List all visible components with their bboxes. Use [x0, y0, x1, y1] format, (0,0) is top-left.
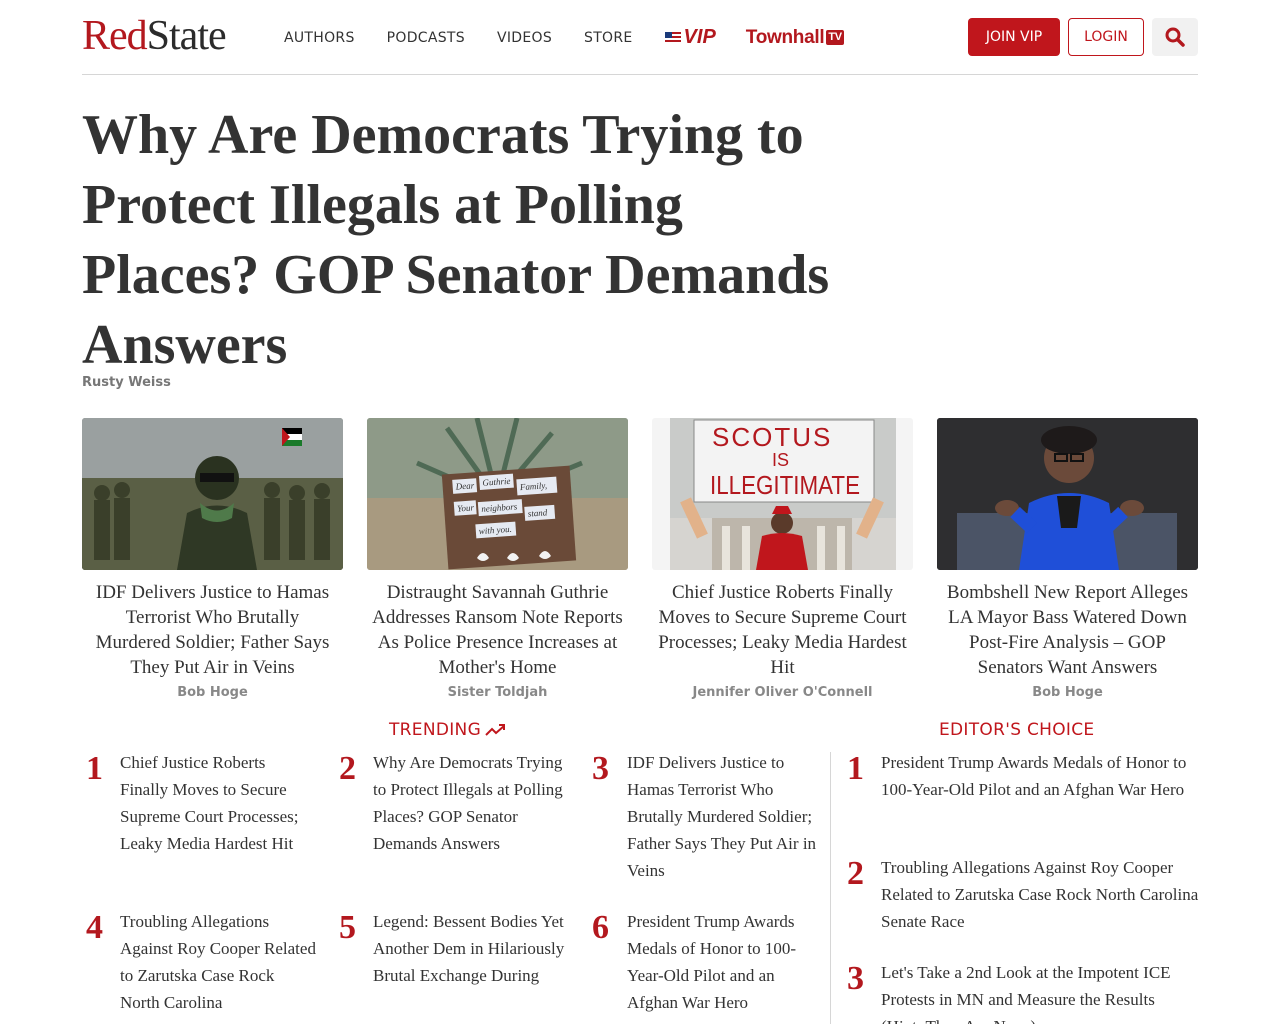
card-image-sign[interactable]: Dear Guthrie Family, Your neighbors stan… [367, 418, 628, 570]
sign-text: SCOTUS [712, 422, 832, 452]
nav-store[interactable]: STORE [584, 28, 633, 48]
card-title[interactable]: IDF Delivers Justice to Hamas Terrorist … [82, 580, 343, 680]
card-title[interactable]: Bombshell New Report Alleges LA Mayor Ba… [937, 580, 1198, 680]
sign-word: Family, [519, 480, 548, 492]
trending-number: 1 [86, 750, 103, 787]
sign-word: Dear [454, 480, 475, 491]
sign-text: ILLEGITIMATE [710, 470, 860, 500]
vip-label: VIP [683, 26, 716, 48]
townhall-label: Townhall [745, 26, 825, 48]
trending-number: 2 [339, 750, 356, 787]
card-author[interactable]: Bob Hoge [937, 685, 1198, 700]
trending-up-icon [485, 724, 506, 736]
trending-item[interactable]: Legend: Bessent Bodies Yet Another Dem i… [373, 908, 569, 989]
editors-choice-item[interactable]: Let's Take a 2nd Look at the Impotent IC… [881, 959, 1199, 1024]
search-button[interactable] [1152, 18, 1198, 56]
editors-choice-number: 1 [847, 750, 864, 787]
editors-choice-heading: EDITOR'S CHOICE [939, 720, 1094, 740]
card-image-protest[interactable]: SCOTUS IS ILLEGITIMATE [652, 418, 913, 570]
trending-number: 5 [339, 909, 356, 946]
trending-item[interactable]: Chief Justice Roberts Finally Moves to S… [120, 749, 316, 857]
article-author[interactable]: Rusty Weiss [82, 375, 171, 390]
card-image-soldiers[interactable] [82, 418, 343, 570]
editors-choice-item[interactable]: President Trump Awards Medals of Honor t… [881, 749, 1199, 803]
site-logo[interactable]: RedState [82, 13, 227, 59]
story-card[interactable]: IDF Delivers Justice to Hamas Terrorist … [82, 418, 343, 700]
card-author[interactable]: Sister Toldjah [367, 685, 628, 700]
trending-item[interactable]: Troubling Allegations Against Roy Cooper… [120, 908, 316, 1016]
editors-choice-label: EDITOR'S CHOICE [939, 720, 1095, 740]
nav-vip[interactable]: VIP [664, 26, 716, 49]
join-vip-button[interactable]: JOIN VIP [968, 18, 1060, 56]
nav-podcasts[interactable]: PODCASTS [387, 28, 465, 48]
mayor-illustration [937, 418, 1198, 570]
sign-word: Your [457, 502, 475, 513]
trending-number: 6 [592, 909, 609, 946]
search-icon [1165, 27, 1185, 47]
trending-number: 4 [86, 909, 103, 946]
card-title[interactable]: Chief Justice Roberts Finally Moves to S… [652, 580, 913, 680]
trending-number: 3 [592, 750, 609, 787]
nav-authors[interactable]: AUTHORS [284, 28, 355, 48]
column-divider [830, 752, 831, 1024]
nav-townhall-tv[interactable]: Townhall TV [746, 27, 844, 49]
trending-item[interactable]: President Trump Awards Medals of Honor t… [627, 908, 823, 1016]
card-image-mayor[interactable] [937, 418, 1198, 570]
logo-dark-text: State [146, 13, 227, 59]
sign-text: IS [772, 450, 789, 470]
sign-word: Guthrie [482, 476, 511, 488]
trending-label: TRENDING [389, 720, 482, 740]
trending-item[interactable]: IDF Delivers Justice to Hamas Terrorist … [627, 749, 823, 884]
story-card[interactable]: SCOTUS IS ILLEGITIMATE Chief Justice Rob… [652, 418, 913, 700]
logo-red-text: Red [82, 13, 148, 59]
protest-illustration: SCOTUS IS ILLEGITIMATE [670, 418, 896, 570]
story-card[interactable]: Bombshell New Report Alleges LA Mayor Ba… [937, 418, 1198, 700]
editors-choice-number: 3 [847, 960, 864, 997]
card-author[interactable]: Bob Hoge [82, 685, 343, 700]
flag-icon [664, 31, 681, 44]
article-headline: Why Are Democrats Trying to Protect Ille… [82, 104, 830, 376]
editors-choice-item[interactable]: Troubling Allegations Against Roy Cooper… [881, 854, 1199, 935]
soldiers-illustration [82, 418, 343, 570]
trending-item[interactable]: Why Are Democrats Trying to Protect Ille… [373, 749, 569, 857]
card-author[interactable]: Jennifer Oliver O'Connell [652, 685, 913, 700]
editors-choice-number: 2 [847, 855, 864, 892]
tv-badge: TV [826, 30, 844, 45]
login-button[interactable]: LOGIN [1068, 18, 1144, 56]
main-nav: AUTHORS PODCASTS VIDEOS STORE VIP Townha… [284, 26, 844, 49]
trending-heading: TRENDING [389, 720, 507, 740]
site-header: RedState AUTHORS PODCASTS VIDEOS STORE V… [82, 0, 1198, 75]
story-card[interactable]: Dear Guthrie Family, Your neighbors stan… [367, 418, 628, 700]
sign-illustration: Dear Guthrie Family, Your neighbors stan… [367, 418, 628, 570]
nav-videos[interactable]: VIDEOS [497, 28, 552, 48]
sign-word: stand [527, 507, 548, 518]
card-title[interactable]: Distraught Savannah Guthrie Addresses Ra… [367, 580, 628, 680]
